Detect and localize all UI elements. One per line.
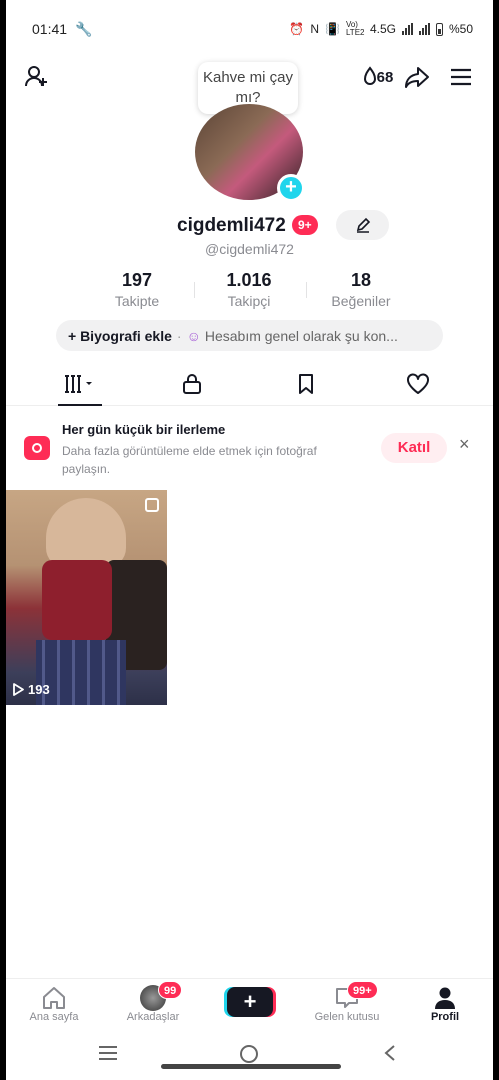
streak-count: 68 — [376, 68, 394, 86]
video-thumbnail[interactable]: 193 — [6, 490, 167, 705]
tab-saved[interactable] — [276, 364, 336, 404]
nav-inbox-label: Gelen kutusu — [314, 1011, 380, 1023]
bio-hint: Hesabım genel olarak şu kon... — [204, 327, 398, 344]
nav-friends[interactable]: 99 Arkadaşlar — [120, 981, 186, 1023]
view-count-value: 193 — [28, 682, 50, 697]
lock-icon — [183, 374, 201, 394]
add-avatar-icon[interactable]: + — [277, 174, 305, 202]
stat-followers[interactable]: 1.016 Takipçi — [194, 270, 304, 309]
stat-following-label: Takipte — [114, 293, 160, 309]
gesture-bar[interactable] — [161, 1064, 341, 1069]
stat-likes-label: Beğeniler — [331, 293, 391, 309]
add-bio-label[interactable]: + Biyografi ekle — [68, 328, 172, 344]
multi-photo-icon — [145, 498, 159, 512]
bio-pill[interactable]: + Biyografi ekle · ☺ Hesabım genel olara… — [56, 320, 443, 351]
streak-button[interactable]: 68 — [358, 62, 398, 92]
stat-followers-label: Takipçi — [227, 293, 271, 309]
username: cigdemli472 — [177, 215, 286, 236]
person-icon — [435, 987, 455, 1009]
signal-icon — [401, 23, 413, 35]
stat-following[interactable]: 197 Takipte — [82, 270, 192, 309]
signal-icon-2 — [418, 23, 430, 35]
edit-profile-button[interactable] — [336, 210, 389, 240]
bio-separator: · — [176, 327, 182, 344]
share-icon[interactable] — [402, 62, 432, 92]
grid-icon — [65, 375, 92, 393]
bookmark-icon — [299, 374, 313, 394]
vibrate-icon: 📳 — [325, 22, 340, 36]
stat-likes[interactable]: 18 Beğeniler — [306, 270, 416, 309]
network-label: 4.5G — [369, 22, 396, 36]
inbox-badge: 99+ — [347, 981, 378, 999]
camera-icon — [24, 436, 50, 460]
nav-profile-label: Profil — [430, 1011, 460, 1023]
smile-icon: ☺ — [186, 327, 201, 344]
thumbnail-art — [46, 498, 126, 568]
promo-description: Daha fazla görüntüleme elde etmek için f… — [62, 444, 317, 476]
tab-private[interactable] — [162, 364, 222, 404]
nfc-icon: N — [310, 22, 319, 36]
battery-icon — [435, 22, 443, 36]
stat-following-value: 197 — [121, 270, 153, 290]
heart-icon — [407, 373, 429, 394]
profile-screen: 01:41 🔧 ⏰ N 📳 Vo) LTE2 4.5G %50 68 Kahve… — [6, 0, 493, 1080]
back-icon[interactable] — [383, 1044, 397, 1068]
friends-badge: 99 — [158, 981, 183, 999]
volte-label: Vo) LTE2 — [345, 20, 365, 37]
tab-videos[interactable] — [50, 364, 110, 406]
pencil-icon — [356, 217, 370, 233]
play-icon — [13, 683, 24, 696]
join-button[interactable]: Katıl — [381, 433, 447, 463]
nav-profile[interactable]: Profil — [420, 985, 470, 1023]
home-icon — [43, 987, 65, 1009]
nav-inbox[interactable]: 99+ Gelen kutusu — [306, 981, 388, 1023]
plus-icon: + — [227, 987, 273, 1017]
username-badge[interactable]: 9+ — [292, 215, 318, 235]
nav-home[interactable]: Ana sayfa — [26, 985, 82, 1023]
stat-followers-value: 1.016 — [226, 270, 272, 290]
stat-likes-value: 18 — [350, 270, 372, 290]
system-nav-bar — [6, 1032, 493, 1080]
wrench-icon: 🔧 — [75, 20, 93, 37]
nav-home-label: Ana sayfa — [29, 1011, 79, 1023]
create-button[interactable]: + — [225, 987, 275, 1017]
view-count: 193 — [12, 682, 50, 697]
tab-liked[interactable] — [388, 364, 448, 404]
profile-stats: 197 Takipte 1.016 Takipçi 18 Beğeniler — [6, 270, 493, 312]
nav-friends-label: Arkadaşlar — [126, 1011, 180, 1023]
user-handle: @cigdemli472 — [205, 241, 294, 257]
status-indicators: ⏰ N 📳 Vo) LTE2 4.5G %50 — [289, 21, 473, 37]
promo-title: Her gün küçük bir ilerleme — [62, 422, 226, 437]
username-row: cigdemli472 9+ — [6, 210, 493, 242]
status-time: 01:41 — [32, 21, 68, 37]
profile-tabs — [6, 364, 493, 406]
promo-banner: Her gün küçük bir ilerleme Daha fazla gö… — [6, 412, 493, 482]
avatar[interactable]: + — [195, 104, 305, 202]
close-icon[interactable]: × — [459, 434, 470, 455]
bottom-nav: Ana sayfa 99 Arkadaşlar + 99+ Gelen kutu… — [6, 978, 493, 1032]
thumbnail-art — [42, 560, 112, 640]
status-bar: 01:41 🔧 ⏰ N 📳 Vo) LTE2 4.5G %50 — [6, 0, 493, 58]
add-user-icon[interactable] — [22, 62, 52, 92]
recents-icon[interactable] — [98, 1044, 118, 1067]
menu-icon[interactable] — [446, 62, 476, 92]
battery-label: %50 — [448, 22, 473, 36]
alarm-icon: ⏰ — [289, 22, 305, 36]
